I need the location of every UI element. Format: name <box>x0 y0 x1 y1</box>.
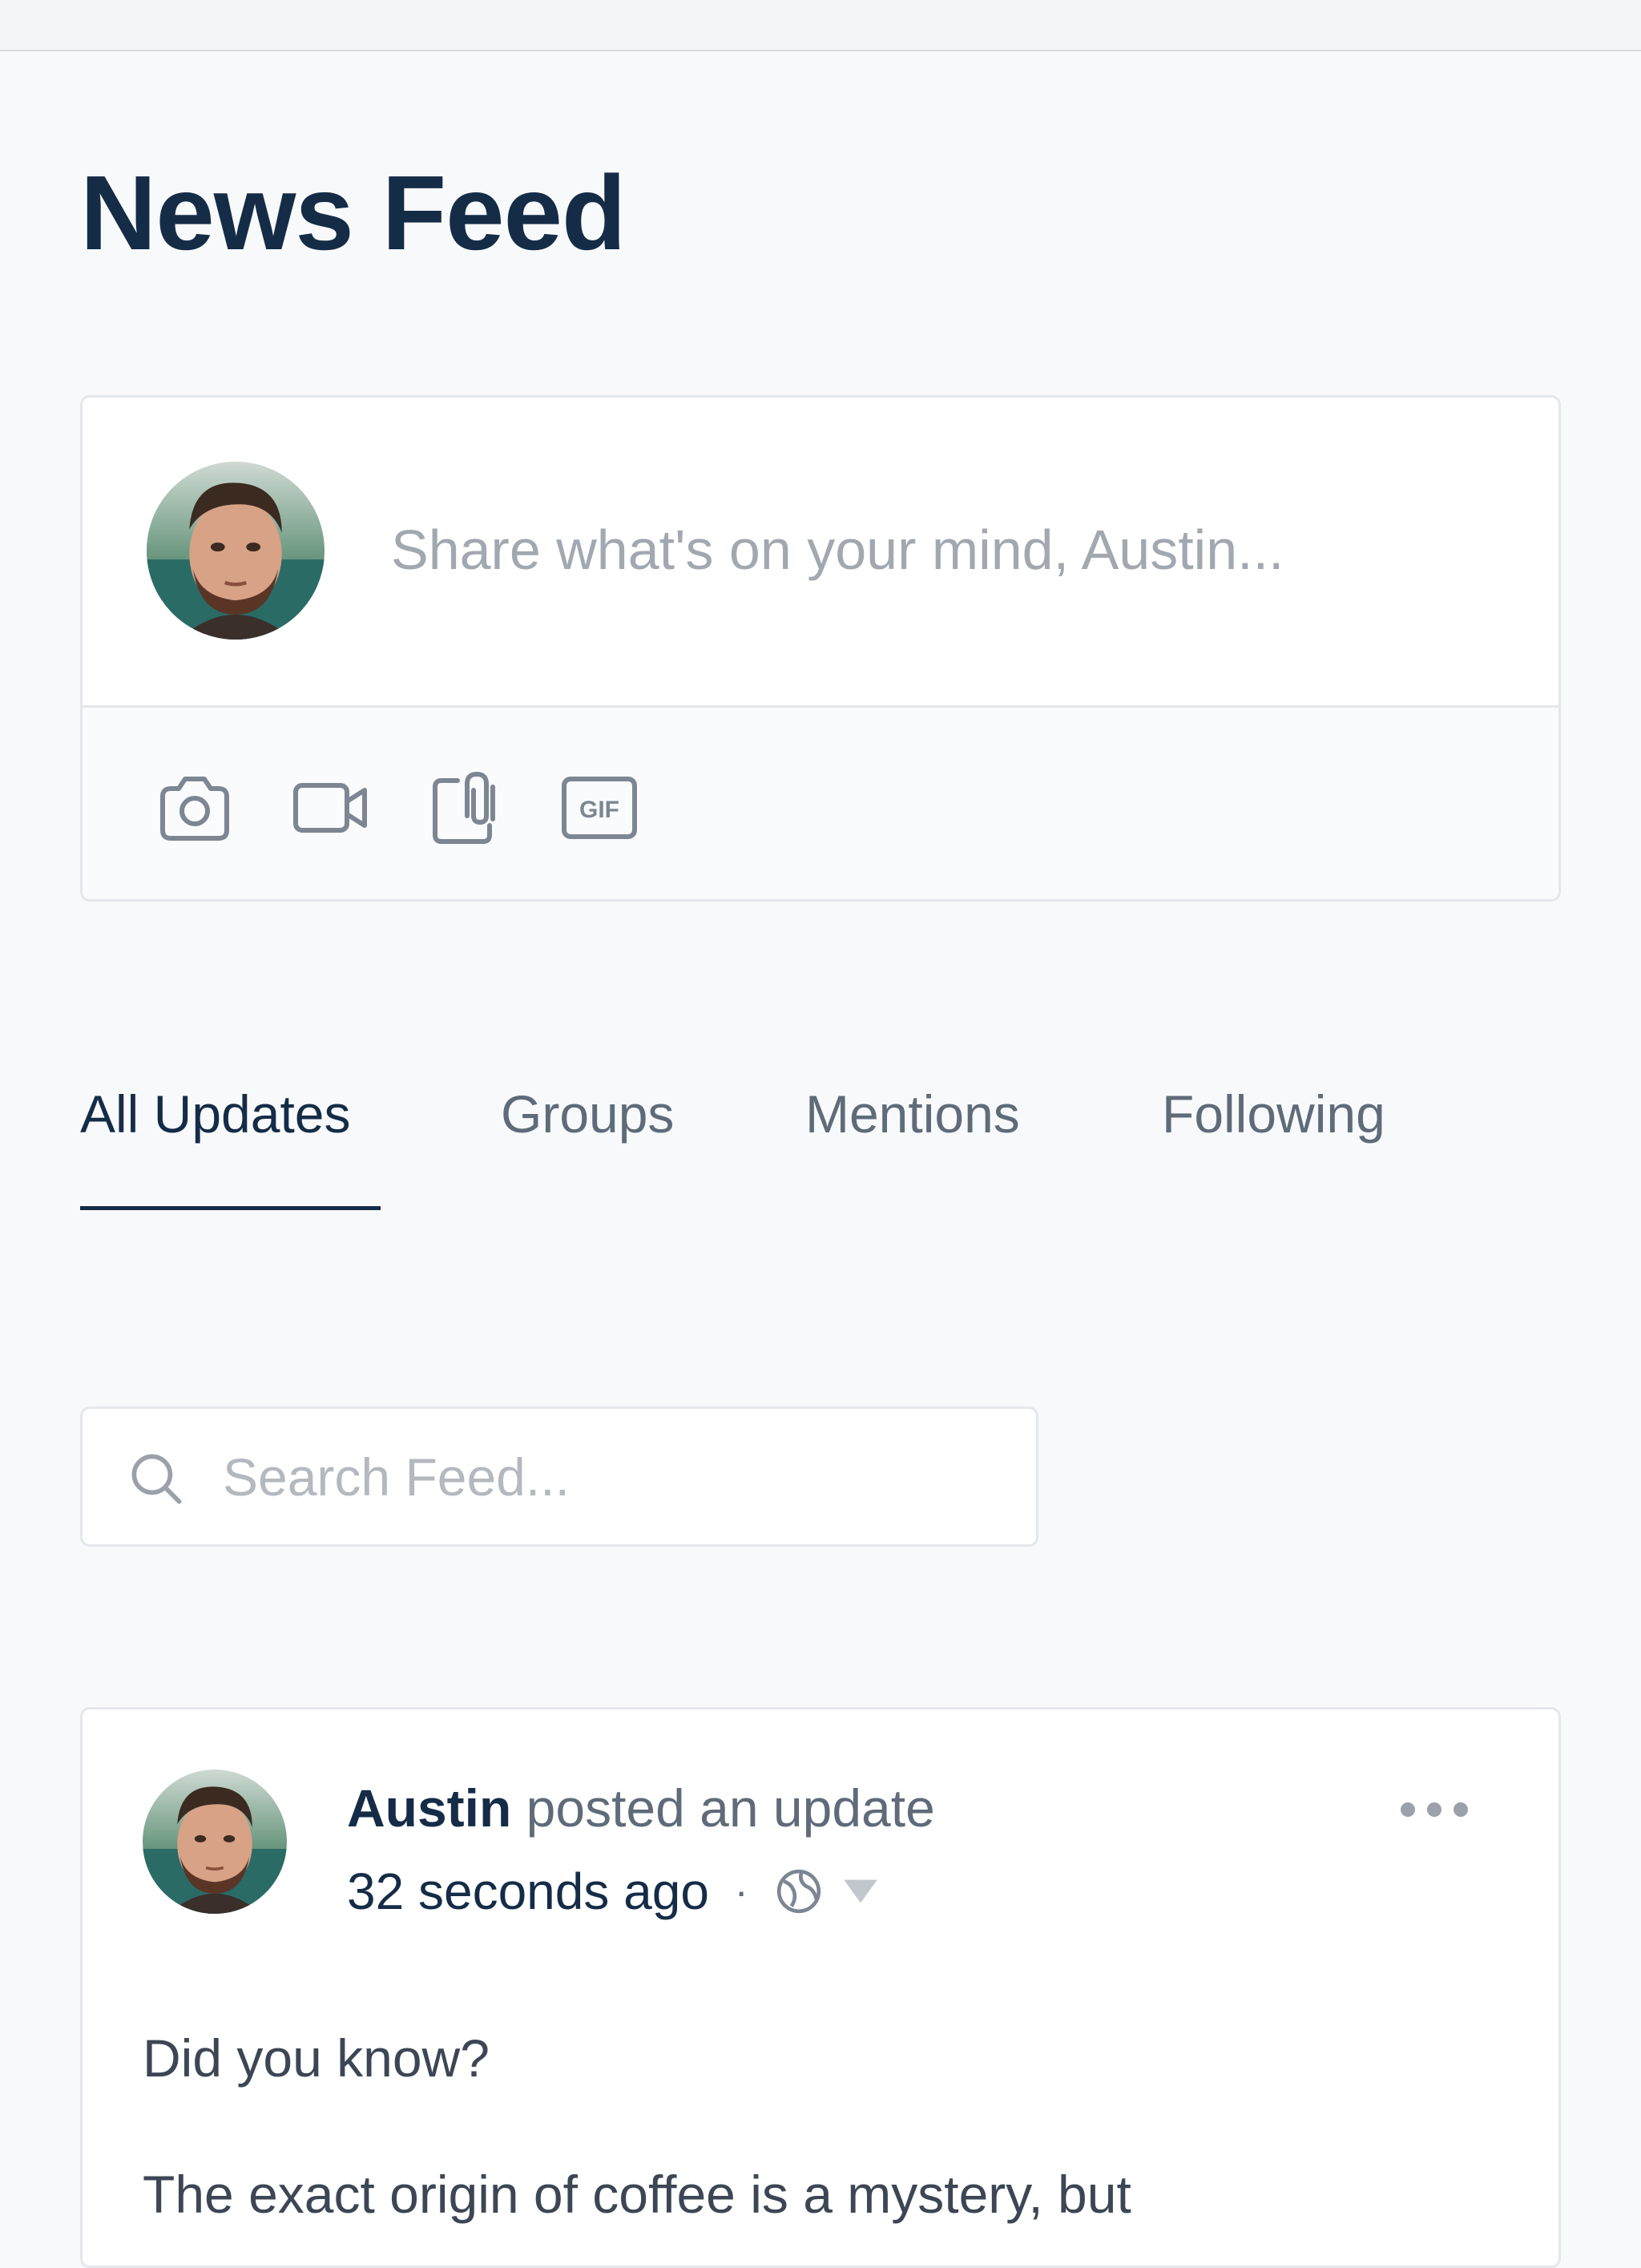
post-meta: 32 seconds ago · <box>347 1862 880 1921</box>
post-timestamp[interactable]: 32 seconds ago <box>347 1862 709 1921</box>
avatar[interactable] <box>143 1770 287 1914</box>
search-feed <box>80 1406 1038 1547</box>
composer-toolbar: GIF <box>83 708 1558 899</box>
tab-groups[interactable]: Groups <box>501 1078 674 1150</box>
post-header: Austin posted an update <box>347 1778 935 1838</box>
active-tab-indicator <box>80 1206 381 1210</box>
tab-all-updates[interactable]: All Updates <box>80 1078 351 1150</box>
search-input[interactable] <box>223 1441 992 1513</box>
post-author-link[interactable]: Austin <box>347 1778 511 1838</box>
meta-separator: · <box>734 1869 748 1914</box>
video-icon[interactable] <box>291 768 371 848</box>
globe-icon <box>776 1869 820 1914</box>
avatar[interactable] <box>147 462 325 640</box>
tab-following[interactable]: Following <box>1162 1078 1385 1150</box>
post-paragraph: Did you know? <box>143 2028 490 2088</box>
attachment-icon[interactable] <box>425 768 506 848</box>
post-paragraph: The exact origin of coffee is a mystery,… <box>143 2165 1131 2224</box>
activity-post: Austin posted an update 32 seconds ago ·… <box>80 1707 1561 2268</box>
post-composer: GIF <box>80 395 1561 902</box>
chevron-down-icon[interactable] <box>841 1875 880 1907</box>
tab-mentions[interactable]: Mentions <box>805 1078 1020 1150</box>
page-title: News Feed <box>80 154 627 272</box>
gif-icon-label: GIF <box>579 797 619 823</box>
camera-icon[interactable] <box>155 768 235 848</box>
feed-tabs: All Updates Groups Mentions Following <box>80 1078 1561 1210</box>
composer-input[interactable] <box>391 510 1513 590</box>
more-horizontal-icon[interactable] <box>1398 1798 1470 1822</box>
gif-icon[interactable]: GIF <box>559 768 639 848</box>
browser-top-bar <box>0 0 1641 51</box>
post-content: Did you know? The exact origin of coffee… <box>143 1990 1505 2262</box>
search-icon <box>131 1454 182 1504</box>
composer-input-area <box>83 398 1558 708</box>
post-action-text: posted an update <box>526 1778 935 1838</box>
